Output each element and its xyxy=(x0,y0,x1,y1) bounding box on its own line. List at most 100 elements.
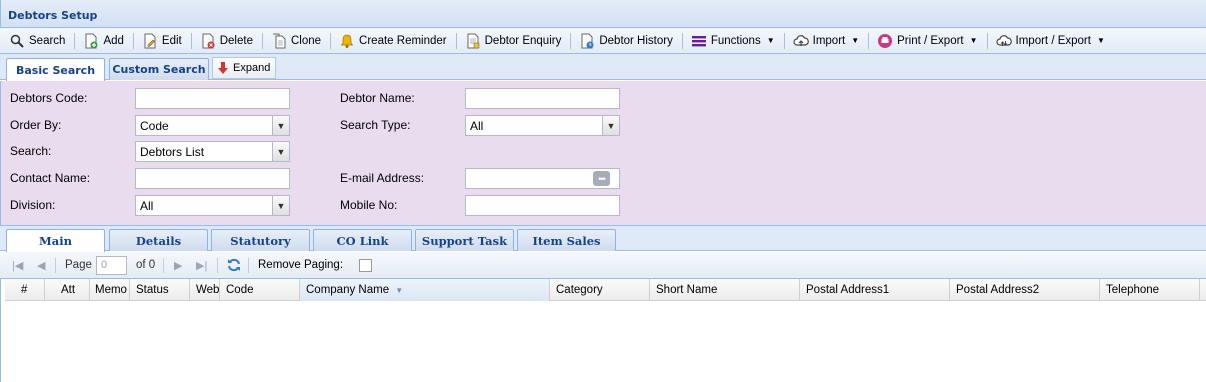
pager-separator xyxy=(248,258,249,273)
sort-descending-icon: ▼ xyxy=(395,286,404,295)
search-type-select[interactable]: All ▼ xyxy=(465,115,620,136)
column-header-telephone[interactable]: Telephone xyxy=(1100,279,1200,301)
functions-label: Functions xyxy=(710,34,761,47)
tab-details[interactable]: Details xyxy=(109,229,208,251)
search-type-label: Search Type: xyxy=(340,118,411,132)
basic-search-form: Debtors Code: Debtor Name: Order By: Cod… xyxy=(0,81,1206,225)
page-count-label: of 0 xyxy=(136,259,156,271)
expand-button[interactable]: Expand xyxy=(212,57,276,79)
column-header-postal-address1[interactable]: Postal Address1 xyxy=(800,279,950,301)
column-header-category[interactable]: Category xyxy=(550,279,650,301)
window-title-bar: Debtors Setup xyxy=(0,0,1206,28)
chevron-down-icon[interactable]: ▼ xyxy=(272,116,289,135)
debtor-history-button[interactable]: Debtor History xyxy=(576,30,676,52)
page-number-input[interactable]: 0 xyxy=(96,256,127,275)
toolbar-separator xyxy=(986,32,988,49)
debtor-history-label: Debtor History xyxy=(599,34,673,47)
debtor-enquiry-label: Debtor Enquiry xyxy=(484,34,562,47)
next-page-icon[interactable]: ▶ xyxy=(174,259,182,272)
tab-support-task[interactable]: Support Task xyxy=(415,229,514,251)
mobile-field[interactable] xyxy=(465,195,620,216)
company-name-header-label: Company Name xyxy=(306,284,390,296)
create-reminder-button[interactable]: Create Reminder xyxy=(336,30,450,52)
search-icon xyxy=(9,33,25,49)
delete-button-label: Delete xyxy=(219,34,253,47)
tab-basic-search[interactable]: Basic Search xyxy=(6,58,105,81)
email-field[interactable]: ••• xyxy=(465,168,620,189)
page-label: Page xyxy=(65,259,92,271)
debtor-name-field[interactable] xyxy=(465,88,620,109)
chevron-down-icon: ▼ xyxy=(851,36,860,45)
order-by-value: Code xyxy=(140,119,169,133)
chevron-down-icon[interactable]: ▼ xyxy=(272,196,289,215)
division-value: All xyxy=(140,199,154,213)
create-reminder-label: Create Reminder xyxy=(359,34,447,47)
add-icon xyxy=(83,33,99,49)
order-by-select[interactable]: Code ▼ xyxy=(135,115,290,136)
clone-button-label: Clone xyxy=(290,34,322,47)
arrow-down-icon xyxy=(217,61,229,75)
debtors-code-field[interactable] xyxy=(135,88,290,109)
column-header-postal-address2[interactable]: Postal Address2 xyxy=(950,279,1100,301)
chevron-down-icon[interactable]: ▼ xyxy=(602,116,619,135)
toolbar-separator xyxy=(74,32,76,49)
add-button-label: Add xyxy=(103,34,124,47)
expand-label: Expand xyxy=(233,62,271,74)
grid-body xyxy=(5,301,1206,382)
pager-separator xyxy=(163,258,164,273)
division-select[interactable]: All ▼ xyxy=(135,195,290,216)
toolbar-separator xyxy=(783,32,785,49)
column-header-memo[interactable]: Memo xyxy=(90,279,130,301)
search-type-value: All xyxy=(470,119,484,133)
chevron-down-icon: ▼ xyxy=(969,36,978,45)
print-icon xyxy=(877,33,893,49)
tab-statutory[interactable]: Statutory xyxy=(211,229,310,251)
debtor-enquiry-button[interactable]: Debtor Enquiry xyxy=(462,30,565,52)
tab-item-sales[interactable]: Item Sales xyxy=(517,229,616,251)
toolbar-separator xyxy=(132,32,134,49)
import-export-menu-button[interactable]: Import / Export ▼ xyxy=(993,30,1108,52)
prev-page-icon[interactable]: ◀ xyxy=(37,259,45,272)
column-header-code[interactable]: Code xyxy=(220,279,300,301)
remove-paging-checkbox[interactable] xyxy=(359,259,372,272)
last-page-icon[interactable]: ▶| xyxy=(196,259,207,272)
import-label: Import xyxy=(812,34,846,47)
search-list-select[interactable]: Debtors List ▼ xyxy=(135,141,290,162)
print-export-menu-button[interactable]: Print / Export ▼ xyxy=(874,30,980,52)
import-export-label: Import / Export xyxy=(1015,34,1091,47)
column-header-att[interactable]: Att xyxy=(45,279,90,301)
cloud-sync-icon xyxy=(996,33,1012,49)
history-icon xyxy=(579,33,595,49)
grid-header: # Att Memo Status Webs Code Company Name… xyxy=(5,279,1206,301)
clone-button[interactable]: Clone xyxy=(268,30,324,52)
toolbar-separator xyxy=(868,32,870,49)
functions-menu-button[interactable]: Functions ▼ xyxy=(688,30,778,52)
toolbar-separator xyxy=(570,32,572,49)
delete-icon xyxy=(200,33,216,49)
search-button[interactable]: Search xyxy=(6,30,68,52)
add-button[interactable]: Add xyxy=(80,30,126,52)
tab-main[interactable]: Main xyxy=(6,229,105,252)
pager-separator xyxy=(55,258,56,273)
tab-co-link[interactable]: CO Link xyxy=(313,229,412,251)
ellipsis-icon[interactable]: ••• xyxy=(593,171,610,186)
delete-button[interactable]: Delete xyxy=(197,30,256,52)
import-menu-button[interactable]: Import ▼ xyxy=(790,30,863,52)
first-page-icon[interactable]: |◀ xyxy=(12,259,23,272)
column-header-company-name[interactable]: Company Name ▼ xyxy=(300,279,550,301)
column-header-number[interactable]: # xyxy=(5,279,45,301)
refresh-icon[interactable] xyxy=(226,257,242,276)
toolbar-separator xyxy=(681,32,683,49)
debtor-name-label: Debtor Name: xyxy=(340,91,415,105)
chevron-down-icon[interactable]: ▼ xyxy=(272,142,289,161)
column-header-website[interactable]: Webs xyxy=(190,279,220,301)
edit-button[interactable]: Edit xyxy=(139,30,185,52)
column-header-status[interactable]: Status xyxy=(130,279,190,301)
contact-name-field[interactable] xyxy=(135,168,290,189)
column-header-short-name[interactable]: Short Name xyxy=(650,279,800,301)
search-list-value: Debtors List xyxy=(140,145,205,159)
enquiry-icon xyxy=(465,33,481,49)
tab-custom-search[interactable]: Custom Search xyxy=(109,58,209,80)
detail-tab-strip: Main Details Statutory CO Link Support T… xyxy=(0,225,1206,252)
search-tab-strip: Basic Search Custom Search xyxy=(0,54,1206,81)
